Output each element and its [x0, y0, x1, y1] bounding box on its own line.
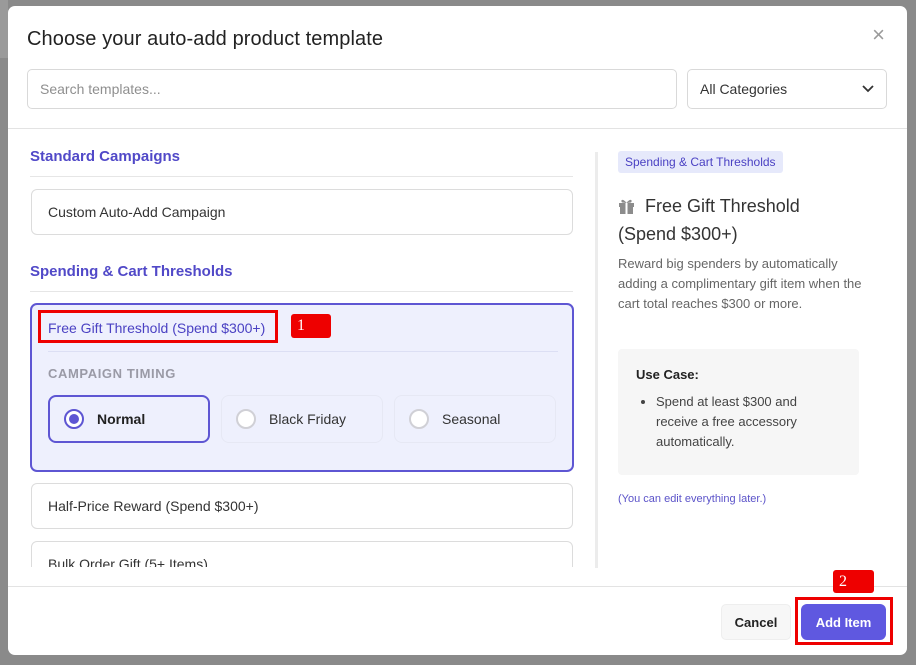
- category-tag: Spending & Cart Thresholds: [618, 151, 783, 173]
- section-title-standard: Standard Campaigns: [30, 148, 181, 165]
- detail-title-text: Free Gift Threshold (Spend $300+): [618, 196, 800, 244]
- panel-divider: [595, 152, 598, 568]
- close-icon[interactable]: ×: [872, 24, 885, 46]
- annotation-badge-2: 2: [833, 570, 874, 593]
- section-divider: [30, 291, 573, 292]
- radio-unchecked-icon: [236, 409, 256, 429]
- footer-divider: [8, 586, 907, 587]
- timing-option-normal[interactable]: Normal: [48, 395, 210, 443]
- cancel-button[interactable]: Cancel: [721, 604, 791, 640]
- timing-option-label: Black Friday: [269, 411, 347, 427]
- modal-title: Choose your auto-add product template: [27, 28, 384, 50]
- annotation-box-1: [38, 310, 278, 343]
- page-backdrop: [0, 0, 8, 58]
- use-case-list: Spend at least $300 and receive a free a…: [636, 392, 841, 452]
- detail-description: Reward big spenders by automatically add…: [618, 256, 862, 311]
- category-select-value: All Categories: [700, 81, 788, 97]
- section-title-spending: Spending & Cart Thresholds: [30, 263, 233, 280]
- gift-icon: [619, 199, 634, 214]
- template-item-half-price[interactable]: Half-Price Reward (Spend $300+): [31, 483, 573, 529]
- search-input[interactable]: [27, 69, 677, 109]
- chevron-down-icon: [862, 85, 874, 93]
- detail-title: Free Gift Threshold (Spend $300+): [618, 192, 838, 248]
- use-case-title: Use Case:: [636, 367, 699, 382]
- template-item-bulk-order[interactable]: Bulk Order Gift (5+ Items): [31, 541, 573, 567]
- template-list[interactable]: Standard Campaigns Custom Auto-Add Campa…: [8, 129, 598, 567]
- timing-option-label: Normal: [97, 411, 146, 427]
- edit-later-note: (You can edit everything later.): [618, 493, 767, 505]
- template-modal: Choose your auto-add product template × …: [8, 6, 907, 655]
- annotation-badge-1: 1: [291, 314, 331, 338]
- use-case-item: Spend at least $300 and receive a free a…: [656, 392, 841, 452]
- timing-option-seasonal[interactable]: Seasonal: [394, 395, 556, 443]
- timing-option-black-friday[interactable]: Black Friday: [221, 395, 383, 443]
- category-select[interactable]: All Categories: [687, 69, 887, 109]
- template-item-custom[interactable]: Custom Auto-Add Campaign: [31, 189, 573, 235]
- radio-checked-icon: [64, 409, 84, 429]
- section-divider: [30, 176, 573, 177]
- campaign-timing-label: CAMPAIGN TIMING: [48, 366, 176, 381]
- use-case-box: Use Case: Spend at least $300 and receiv…: [618, 349, 859, 475]
- radio-unchecked-icon: [409, 409, 429, 429]
- card-divider: [48, 351, 558, 352]
- timing-option-label: Seasonal: [442, 411, 501, 427]
- annotation-box-2: [795, 597, 893, 645]
